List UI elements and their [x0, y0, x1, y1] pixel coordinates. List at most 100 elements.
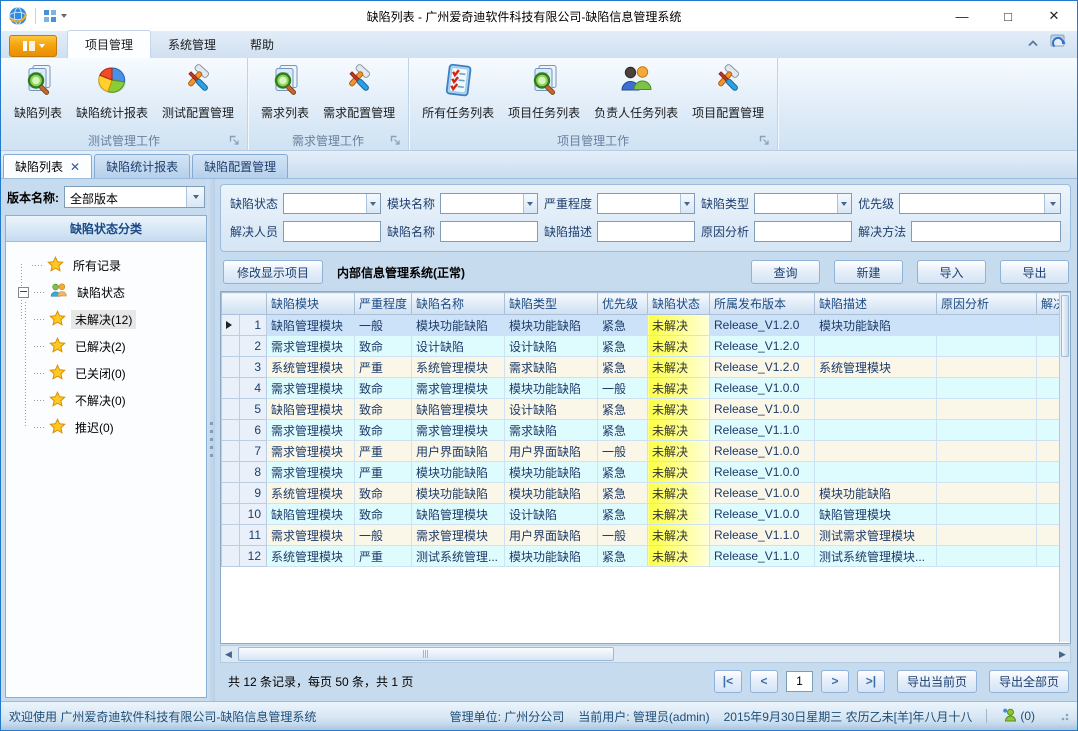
first-page-button[interactable]: |< — [714, 670, 742, 693]
column-header-所属发布版本[interactable]: 所属发布版本 — [710, 293, 815, 315]
tree-item-推迟(0)[interactable]: 推迟(0) — [34, 414, 202, 441]
quick-access-dropdown-icon[interactable] — [61, 14, 67, 18]
table-row[interactable]: 5缺陷管理模块致命缺陷管理模块设计缺陷紧急未解决Release_V1.0.0 — [222, 399, 1072, 420]
application-menu-button[interactable] — [9, 35, 57, 57]
tree-item-所有记录[interactable]: 所有记录 — [18, 252, 202, 279]
column-header-缺陷名称[interactable]: 缺陷名称 — [412, 293, 505, 315]
filter-field-input[interactable] — [900, 194, 1044, 213]
ribbon-button-需求配置管理[interactable]: 需求配置管理 — [316, 60, 402, 122]
prev-page-button[interactable]: < — [750, 670, 778, 693]
filter-field-input[interactable] — [598, 222, 694, 241]
doc-tab-缺陷列表[interactable]: 缺陷列表✕ — [3, 154, 92, 178]
filter-combo-缺陷状态[interactable] — [283, 193, 381, 214]
column-header-原因分析[interactable]: 原因分析 — [937, 293, 1037, 315]
column-header-缺陷模块[interactable]: 缺陷模块 — [267, 293, 355, 315]
ribbon-tab-3[interactable]: 帮助 — [233, 31, 291, 58]
export-all-pages-button[interactable]: 导出全部页 — [989, 670, 1069, 693]
filter-combo-优先级[interactable] — [899, 193, 1061, 214]
resize-grip-icon[interactable] — [1059, 711, 1069, 721]
tree-item-未解决(12)[interactable]: 未解决(12) — [34, 306, 202, 333]
dialog-launcher-icon[interactable] — [229, 135, 240, 146]
tree-item-已解决(2)[interactable]: 已解决(2) — [34, 333, 202, 360]
filter-combo-模块名称[interactable] — [440, 193, 538, 214]
filter-field-input[interactable] — [912, 222, 1060, 241]
ribbon-button-所有任务列表[interactable]: 所有任务列表 — [415, 60, 501, 122]
minimize-button[interactable]: — — [939, 1, 985, 31]
action-button-新建[interactable]: 新建 — [834, 260, 903, 284]
panel-splitter[interactable] — [207, 179, 215, 701]
table-row[interactable]: 1缺陷管理模块一般模块功能缺陷模块功能缺陷紧急未解决Release_V1.2.0… — [222, 315, 1072, 336]
table-row[interactable]: 11需求管理模块一般需求管理模块用户界面缺陷一般未解决Release_V1.1.… — [222, 525, 1072, 546]
help-icon[interactable] — [1049, 32, 1067, 53]
filter-field-input[interactable] — [598, 194, 680, 213]
table-row[interactable]: 4需求管理模块致命需求管理模块模块功能缺陷一般未解决Release_V1.0.0 — [222, 378, 1072, 399]
close-button[interactable]: ✕ — [1031, 1, 1077, 31]
scrollbar-thumb[interactable] — [1061, 295, 1069, 357]
filter-input-解决人员[interactable] — [283, 221, 381, 242]
ribbon-button-需求列表[interactable]: 需求列表 — [254, 60, 316, 122]
next-page-button[interactable]: > — [821, 670, 849, 693]
dropdown-icon[interactable] — [1044, 194, 1060, 213]
dialog-launcher-icon[interactable] — [759, 135, 770, 146]
dropdown-icon[interactable] — [366, 194, 380, 213]
page-input[interactable] — [786, 671, 813, 692]
filter-combo-严重程度[interactable] — [597, 193, 695, 214]
table-row[interactable]: 8需求管理模块严重模块功能缺陷模块功能缺陷紧急未解决Release_V1.0.0 — [222, 462, 1072, 483]
close-tab-icon[interactable]: ✕ — [70, 161, 80, 173]
filter-field-input[interactable] — [441, 194, 523, 213]
ribbon-button-项目配置管理[interactable]: 项目配置管理 — [685, 60, 771, 122]
ribbon-button-缺陷列表[interactable]: 缺陷列表 — [7, 60, 69, 122]
filter-field-input[interactable] — [284, 222, 380, 241]
quick-access-grid-icon[interactable] — [43, 9, 57, 23]
scroll-right-icon[interactable]: ▶ — [1055, 646, 1070, 662]
scroll-left-icon[interactable]: ◀ — [221, 646, 236, 662]
doc-tab-缺陷统计报表[interactable]: 缺陷统计报表 — [94, 154, 190, 178]
filter-field-input[interactable] — [755, 194, 837, 213]
maximize-button[interactable]: □ — [985, 1, 1031, 31]
tree-item-不解决(0)[interactable]: 不解决(0) — [34, 387, 202, 414]
export-current-page-button[interactable]: 导出当前页 — [897, 670, 977, 693]
last-page-button[interactable]: >| — [857, 670, 885, 693]
filter-input-缺陷描述[interactable] — [597, 221, 695, 242]
modify-columns-button[interactable]: 修改显示项目 — [223, 260, 323, 284]
table-row[interactable]: 7需求管理模块严重用户界面缺陷用户界面缺陷一般未解决Release_V1.0.0 — [222, 441, 1072, 462]
filter-input-缺陷名称[interactable] — [440, 221, 538, 242]
filter-field-input[interactable] — [441, 222, 537, 241]
grid-horizontal-scrollbar[interactable]: ◀ ▶ — [220, 645, 1071, 663]
table-row[interactable]: 10缺陷管理模块致命缺陷管理模块设计缺陷紧急未解决Release_V1.0.0缺… — [222, 504, 1072, 525]
column-header-优先级[interactable]: 优先级 — [598, 293, 648, 315]
version-dropdown-icon[interactable] — [186, 187, 204, 207]
action-button-导入[interactable]: 导入 — [917, 260, 986, 284]
column-header-严重程度[interactable]: 严重程度 — [355, 293, 412, 315]
dropdown-icon[interactable] — [837, 194, 851, 213]
column-header-缺陷状态[interactable]: 缺陷状态 — [648, 293, 710, 315]
table-row[interactable]: 12系统管理模块严重测试系统管理...模块功能缺陷紧急未解决Release_V1… — [222, 546, 1072, 567]
ribbon-tab-1[interactable]: 项目管理 — [67, 30, 151, 58]
filter-input-解决方法[interactable] — [911, 221, 1061, 242]
filter-field-input[interactable] — [755, 222, 851, 241]
doc-tab-缺陷配置管理[interactable]: 缺陷配置管理 — [192, 154, 288, 178]
scrollbar-thumb[interactable] — [238, 647, 614, 661]
tree-expander-icon[interactable] — [18, 287, 29, 298]
filter-input-原因分析[interactable] — [754, 221, 852, 242]
ribbon-button-项目任务列表[interactable]: 项目任务列表 — [501, 60, 587, 122]
action-button-导出[interactable]: 导出 — [1000, 260, 1069, 284]
tree-item-已关闭(0)[interactable]: 已关闭(0) — [34, 360, 202, 387]
tree-item-缺陷状态[interactable]: 缺陷状态 — [18, 279, 202, 306]
column-header-缺陷描述[interactable]: 缺陷描述 — [815, 293, 937, 315]
dialog-launcher-icon[interactable] — [390, 135, 401, 146]
action-button-查询[interactable]: 查询 — [751, 260, 820, 284]
grid-vertical-scrollbar[interactable] — [1059, 293, 1070, 642]
dropdown-icon[interactable] — [523, 194, 537, 213]
column-header-缺陷类型[interactable]: 缺陷类型 — [505, 293, 598, 315]
version-select[interactable]: 全部版本 — [64, 186, 205, 208]
table-row[interactable]: 3系统管理模块严重系统管理模块需求缺陷紧急未解决Release_V1.2.0系统… — [222, 357, 1072, 378]
table-row[interactable]: 2需求管理模块致命设计缺陷设计缺陷紧急未解决Release_V1.2.0 — [222, 336, 1072, 357]
ribbon-button-负责人任务列表[interactable]: 负责人任务列表 — [587, 60, 685, 122]
collapse-ribbon-icon[interactable] — [1027, 36, 1039, 50]
ribbon-button-缺陷统计报表[interactable]: 缺陷统计报表 — [69, 60, 155, 122]
filter-combo-缺陷类型[interactable] — [754, 193, 852, 214]
dropdown-icon[interactable] — [680, 194, 694, 213]
filter-field-input[interactable] — [284, 194, 366, 213]
table-row[interactable]: 9系统管理模块致命模块功能缺陷模块功能缺陷紧急未解决Release_V1.0.0… — [222, 483, 1072, 504]
